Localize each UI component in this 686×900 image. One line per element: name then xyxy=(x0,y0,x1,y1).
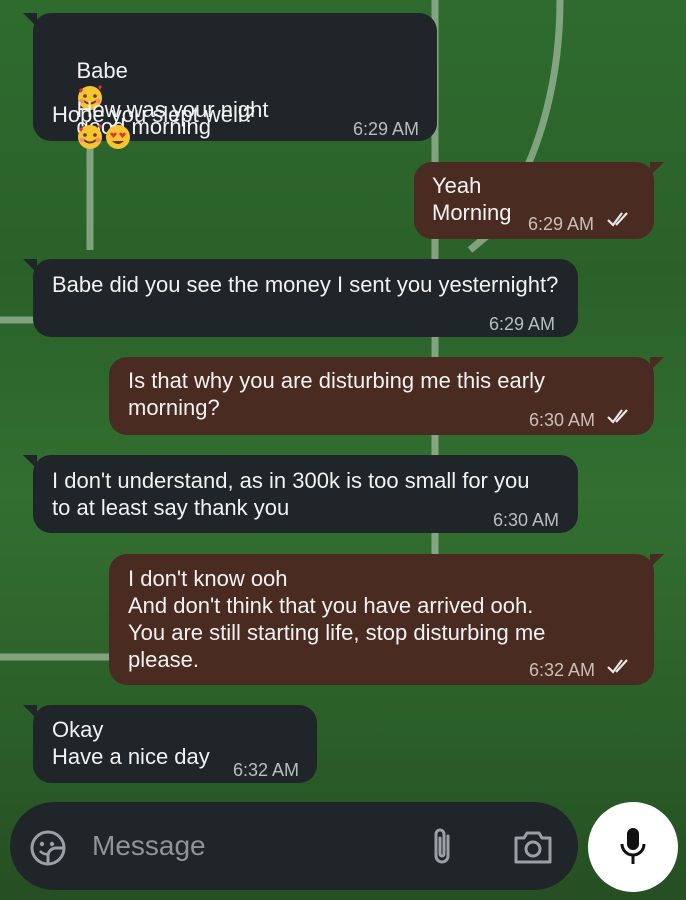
message-timestamp: 6:32 AM xyxy=(529,660,596,680)
message-outgoing[interactable]: Yeah Morning 6:29 AM xyxy=(414,162,664,239)
message-text: Yeah xyxy=(432,173,482,198)
message-outgoing[interactable]: I don't know ooh And don't think that yo… xyxy=(109,554,664,685)
message-incoming[interactable]: I don't understand, as in 300k is too sm… xyxy=(23,455,578,533)
message-incoming[interactable]: Okay Have a nice day 6:32 AM xyxy=(23,705,317,783)
message-text: I don't understand, as in 300k is too sm… xyxy=(52,468,530,493)
message-timestamp: 6:29 AM xyxy=(353,119,420,139)
message-text: You are still starting life, stop distur… xyxy=(128,620,546,645)
double-check-icon xyxy=(607,212,628,227)
message-text: Hope you slept well? xyxy=(52,102,256,127)
microphone-icon xyxy=(620,828,646,864)
message-text: Babe did you see the money I sent you ye… xyxy=(52,272,559,297)
message-text: Is that why you are disturbing me this e… xyxy=(128,368,545,393)
message-timestamp: 6:30 AM xyxy=(493,510,560,530)
message-text: Have a nice day xyxy=(52,744,210,769)
message-timestamp: 6:29 AM xyxy=(528,214,595,234)
message-input[interactable] xyxy=(92,830,392,862)
paperclip-icon[interactable] xyxy=(428,826,458,868)
message-text: Okay xyxy=(52,717,104,742)
camera-icon[interactable] xyxy=(512,828,554,866)
sticker-icon[interactable] xyxy=(28,828,68,868)
double-check-icon xyxy=(607,409,628,424)
message-text: And don't think that you have arrived oo… xyxy=(128,593,534,618)
message-text: morning? xyxy=(128,395,220,420)
message-incoming[interactable]: Babe did you see the money I sent you ye… xyxy=(23,259,578,337)
message-text: I don't know ooh xyxy=(128,566,288,591)
message-outgoing[interactable]: Is that why you are disturbing me this e… xyxy=(109,357,664,435)
message-timestamp: 6:30 AM xyxy=(529,410,596,430)
microphone-button[interactable] xyxy=(588,802,678,892)
message-text: to at least say thank you xyxy=(52,495,290,520)
message-incoming[interactable]: Babe good morning How was your night Hop… xyxy=(23,13,437,149)
message-text: Morning xyxy=(432,200,512,225)
message-composer xyxy=(10,802,578,890)
message-timestamp: 6:32 AM xyxy=(233,760,300,780)
message-text: please. xyxy=(128,647,199,672)
message-timestamp: 6:29 AM xyxy=(489,314,556,334)
double-check-icon xyxy=(607,659,628,674)
